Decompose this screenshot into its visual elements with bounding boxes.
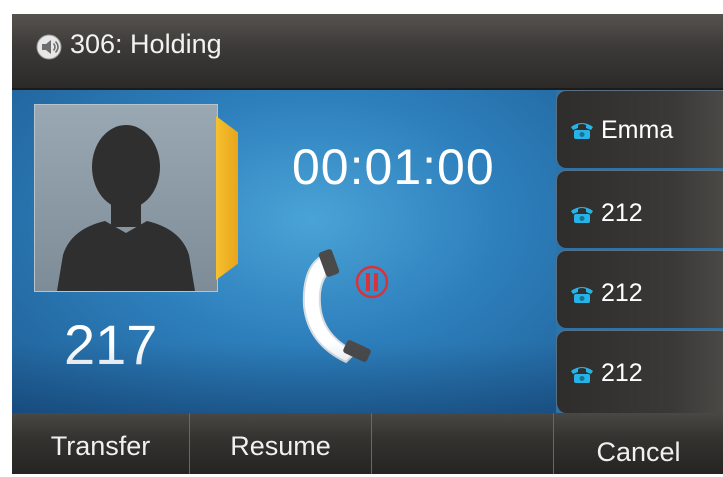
line-key-2[interactable]: 212 bbox=[556, 170, 723, 248]
phone-screen: 306: Holding 217 00:01:00 Emma 212 212 2… bbox=[12, 14, 723, 474]
phone-icon bbox=[571, 287, 593, 303]
phone-icon bbox=[571, 207, 593, 223]
transfer-button[interactable]: Transfer bbox=[12, 413, 189, 474]
line-key-label: Emma bbox=[601, 116, 674, 144]
transfer-label: Transfer bbox=[50, 431, 151, 461]
soft-key-bar: Transfer Resume Cancel bbox=[12, 413, 723, 474]
call-area: 217 00:01:00 bbox=[12, 90, 556, 413]
line-key-4[interactable]: 212 bbox=[556, 330, 723, 413]
speaker-icon bbox=[36, 34, 62, 60]
line-key-label: 212 bbox=[601, 199, 643, 227]
avatar-accent-tab bbox=[216, 116, 238, 280]
line-key-1[interactable]: Emma bbox=[556, 90, 723, 168]
call-timer: 00:01:00 bbox=[292, 139, 495, 195]
line-key-3[interactable]: 212 bbox=[556, 250, 723, 328]
person-silhouette-icon bbox=[57, 125, 195, 291]
line-key-label: 212 bbox=[601, 359, 643, 387]
line-key-label: 212 bbox=[601, 279, 643, 307]
avatar bbox=[34, 104, 218, 292]
cancel-label: Cancel bbox=[596, 437, 681, 467]
line-keys: Emma 212 212 212 bbox=[556, 90, 723, 413]
call-status-title: 306: Holding bbox=[70, 29, 222, 59]
handset-hold-icon bbox=[302, 249, 389, 364]
remote-number: 217 bbox=[64, 313, 158, 376]
title-bar: 306: Holding bbox=[12, 14, 723, 90]
cancel-button[interactable]: Cancel bbox=[554, 413, 723, 474]
empty-soft-key[interactable] bbox=[372, 413, 553, 474]
phone-icon bbox=[571, 367, 593, 383]
phone-icon bbox=[571, 123, 593, 139]
resume-button[interactable]: Resume bbox=[190, 413, 371, 474]
resume-label: Resume bbox=[230, 431, 331, 461]
